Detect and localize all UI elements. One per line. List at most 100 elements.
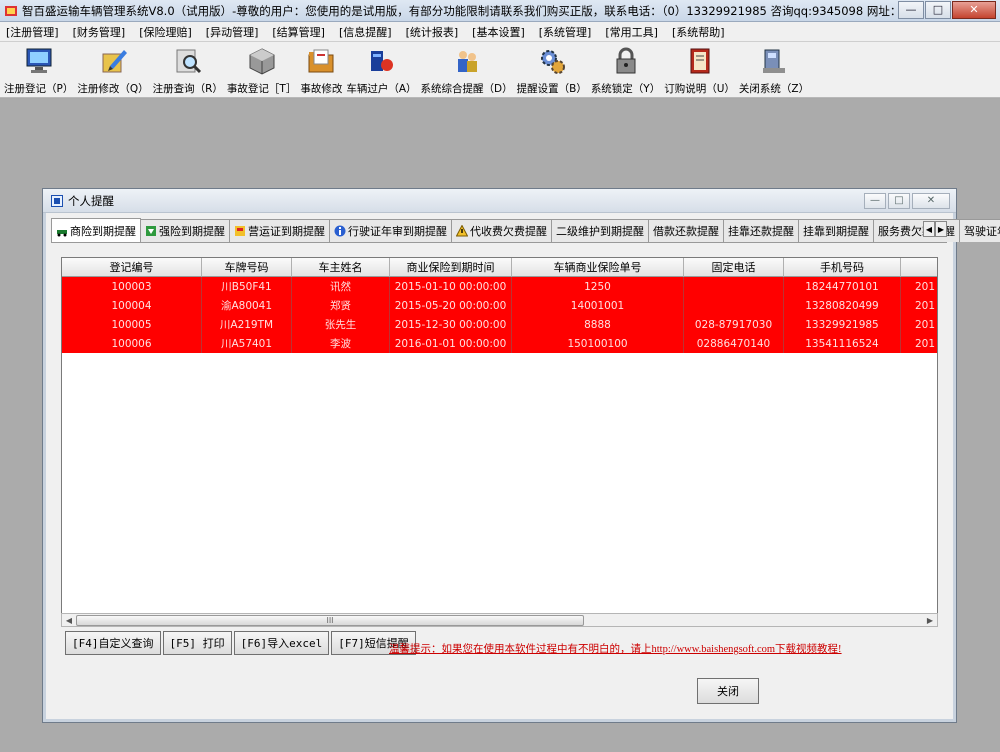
table-cell: 201 [901, 315, 937, 334]
table-cell: 1250 [512, 277, 684, 296]
table-cell: 川A219TM [202, 315, 292, 334]
tab-operating-permit[interactable]: 营运证到期提醒 [229, 219, 330, 242]
exit-icon [758, 45, 790, 77]
menu-help[interactable]: [系统帮助] [670, 24, 727, 40]
book-icon [684, 45, 716, 77]
car-icon [56, 225, 68, 237]
scroll-left-icon[interactable]: ◀ [63, 615, 75, 626]
tab-compulsory-insurance[interactable]: 强险到期提醒 [140, 219, 230, 242]
accident-register-button[interactable]: 事故登记［T］ [227, 42, 296, 96]
flag-icon [234, 225, 246, 237]
column-header[interactable]: 车主姓名 [292, 258, 390, 277]
tab-maintenance[interactable]: 二级维护到期提醒 [551, 219, 649, 242]
window-title: 智百盛运输车辆管理系统V8.0（试用版）-尊敬的用户：您使用的是试用版，有部分功… [22, 3, 897, 18]
table-cell: 14001001 [512, 296, 684, 315]
vehicle-transfer-button[interactable]: 车辆过户（A） [346, 42, 417, 96]
exit-system-button[interactable]: 关闭系统（Z） [739, 42, 809, 96]
menu-settlement[interactable]: [结算管理] [270, 24, 327, 40]
menu-registration[interactable]: [注册管理] [4, 24, 61, 40]
table-cell: 100005 [62, 315, 202, 334]
table-row[interactable]: 100005 川A219TM 张先生 2015-12-30 00:00:00 8… [62, 315, 937, 334]
gear-icon [536, 45, 568, 77]
system-reminder-button[interactable]: 系统综合提醒（D） [421, 42, 513, 96]
register-button[interactable]: 注册登记（P） [4, 42, 73, 96]
export-excel-button[interactable]: [F6]导入excel [233, 631, 330, 655]
grid-header: 登记编号 车牌号码 车主姓名 商业保险到期时间 车辆商业保险单号 固定电话 手机… [62, 258, 937, 277]
window-icon [51, 194, 63, 207]
child-maximize-button[interactable]: □ [888, 192, 910, 209]
column-header[interactable] [901, 258, 937, 277]
column-header[interactable]: 登记编号 [62, 258, 202, 277]
system-lock-button[interactable]: 系统锁定（Y） [591, 42, 660, 96]
table-cell [684, 296, 784, 315]
tab-scroll-right-icon[interactable]: ▶ [935, 221, 947, 237]
maximize-button[interactable]: □ [925, 0, 951, 19]
folder-icon [305, 45, 337, 77]
tab-fee-arrears[interactable]: 代收费欠费提醒 [451, 219, 552, 242]
table-cell: 渝A80041 [202, 296, 292, 315]
child-minimize-button[interactable]: — [864, 192, 886, 209]
tab-driver-license[interactable]: 驾驶证年审到... [959, 219, 1000, 242]
tab-affiliation-expiry[interactable]: 挂靠到期提醒 [798, 219, 874, 242]
table-cell: 郑贤 [292, 296, 390, 315]
tool-label: 关闭系统（Z） [738, 83, 810, 95]
tab-label: 挂靠还款提醒 [728, 225, 794, 238]
table-row[interactable]: 100006 川A57401 李波 2016-01-01 00:00:00 15… [62, 334, 937, 353]
column-header[interactable]: 车辆商业保险单号 [512, 258, 684, 277]
cube-icon [246, 45, 278, 77]
close-button[interactable]: ✕ [952, 0, 996, 19]
menu-finance[interactable]: [财务管理] [71, 24, 128, 40]
menu-basic-settings[interactable]: [基本设置] [470, 24, 527, 40]
transfer-icon [365, 45, 397, 77]
menu-insurance-claims[interactable]: [保险理赔] [137, 24, 194, 40]
close-window-button[interactable]: 关闭 [697, 678, 759, 704]
table-cell: 028-87917030 [684, 315, 784, 334]
minimize-button[interactable]: — [898, 0, 924, 19]
app-icon [4, 4, 18, 18]
table-cell: 150100100 [512, 334, 684, 353]
tutorial-hint-link[interactable]: 温馨提示：如果您在使用本软件过程中有不明白的，请上http://www.bais… [389, 641, 842, 656]
horizontal-scrollbar[interactable]: ◀ III ▶ [61, 613, 938, 627]
table-cell: 8888 [512, 315, 684, 334]
column-header[interactable]: 手机号码 [784, 258, 901, 277]
tab-affiliation-repayment[interactable]: 挂靠还款提醒 [723, 219, 799, 242]
menu-bar: [注册管理] [财务管理] [保险理赔] [异动管理] [结算管理] [信息提醒… [0, 22, 1000, 42]
table-row[interactable]: 100004 渝A80041 郑贤 2015-05-20 00:00:00 14… [62, 296, 937, 315]
modify-registration-button[interactable]: 注册修改（Q） [77, 42, 149, 96]
menu-reports[interactable]: [统计报表] [404, 24, 461, 40]
tab-loan-repayment[interactable]: 借款还款提醒 [648, 219, 724, 242]
child-title-bar[interactable]: 个人提醒 — □ ✕ [43, 189, 956, 213]
menu-system[interactable]: [系统管理] [537, 24, 594, 40]
custom-query-button[interactable]: [F4]自定义查询 [65, 631, 161, 655]
table-cell: 李波 [292, 334, 390, 353]
tab-label: 行驶证年审到期提醒 [348, 225, 447, 238]
registration-query-button[interactable]: 注册查询（R） [153, 42, 223, 96]
column-header[interactable]: 固定电话 [684, 258, 784, 277]
menu-tools[interactable]: [常用工具] [603, 24, 660, 40]
purchase-info-button[interactable]: 订购说明（U） [664, 42, 735, 96]
table-cell: 100004 [62, 296, 202, 315]
column-header[interactable]: 商业保险到期时间 [390, 258, 512, 277]
reminder-tabs: 商险到期提醒 强险到期提醒 营运证到期提醒 行驶证年审到期提醒 代收费欠费提醒 … [51, 218, 1000, 243]
tab-label: 代收费欠费提醒 [470, 225, 547, 238]
info-icon [334, 225, 346, 237]
tool-label: 车辆过户（A） [346, 83, 417, 95]
tab-scroll-left-icon[interactable]: ◀ [923, 221, 935, 237]
reminder-settings-button[interactable]: 提醒设置（B） [517, 42, 587, 96]
tool-label: 注册修改（Q） [77, 83, 149, 95]
tool-label: 提醒设置（B） [516, 83, 587, 95]
scroll-right-icon[interactable]: ▶ [924, 615, 936, 626]
menu-changes[interactable]: [异动管理] [204, 24, 261, 40]
tab-commercial-insurance[interactable]: 商险到期提醒 [51, 218, 141, 242]
tab-driving-license-review[interactable]: 行驶证年审到期提醒 [329, 219, 452, 242]
table-row[interactable]: 100003 川B50F41 讯然 2015-01-10 00:00:00 12… [62, 277, 937, 296]
print-button[interactable]: [F5] 打印 [162, 631, 232, 655]
toolbar: 注册登记（P） 注册修改（Q） 注册查询（R） 事故登记［T］ 事故修改 车辆过… [0, 42, 1000, 98]
child-close-button[interactable]: ✕ [912, 192, 950, 209]
column-header[interactable]: 车牌号码 [202, 258, 292, 277]
scrollbar-thumb[interactable]: III [76, 615, 584, 626]
menu-reminders[interactable]: [信息提醒] [337, 24, 394, 40]
accident-modify-button[interactable]: 事故修改 [300, 42, 342, 96]
tool-label: 系统锁定（Y） [590, 83, 661, 95]
table-cell: 100003 [62, 277, 202, 296]
